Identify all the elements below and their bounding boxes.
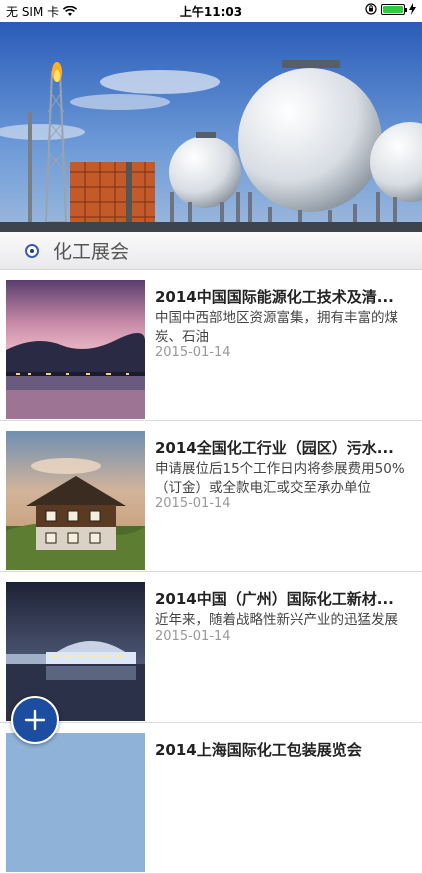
orientation-lock-icon <box>365 3 377 15</box>
charging-icon <box>409 3 416 15</box>
item-thumbnail <box>6 733 145 872</box>
item-date: 2015-01-14 <box>155 345 231 360</box>
item-date: 2015-01-14 <box>155 629 231 644</box>
section-header: 化工展会 <box>0 232 422 270</box>
item-title: 2014全国化工行业（园区）污水... <box>155 439 394 457</box>
chalet-thumbnail <box>6 431 145 570</box>
list-item[interactable]: 2014全国化工行业（园区）污水... 申请展位后15个工作日内将参展费用50%… <box>0 421 422 572</box>
exhibition-list: 2014中国国际能源化工技术及清... 中国中西部地区资源富集，拥有丰富的煤炭、… <box>0 270 422 874</box>
item-date: 2015-01-14 <box>155 496 231 511</box>
add-button[interactable] <box>11 696 59 744</box>
list-item[interactable]: 2014中国国际能源化工技术及清... 中国中西部地区资源富集，拥有丰富的煤炭、… <box>0 270 422 421</box>
item-description: 申请展位后15个工作日内将参展费用50%（订金）或全款电汇或交至承办单位 <box>155 461 405 496</box>
item-title: 2014中国（广州）国际化工新材... <box>155 590 394 608</box>
list-item[interactable]: 2014中国（广州）国际化工新材... 近年来，随着战略性新兴产业的迅猛发展 2… <box>0 572 422 723</box>
item-description: 中国中西部地区资源富集，拥有丰富的煤炭、石油 <box>155 310 398 345</box>
lake-sunset-thumbnail <box>6 280 145 419</box>
battery-icon <box>381 3 407 15</box>
clock: 上午11:03 <box>179 5 243 19</box>
plus-icon <box>24 709 46 731</box>
radio-bullet-icon <box>25 243 39 258</box>
list-item[interactable]: 2014上海国际化工包装展览会 <box>0 723 422 874</box>
item-description: 近年来，随着战略性新兴产业的迅猛发展 <box>155 612 398 628</box>
section-title: 化工展会 <box>53 241 130 263</box>
hero-banner-image[interactable] <box>0 22 422 232</box>
item-title: 2014中国国际能源化工技术及清... <box>155 288 394 306</box>
status-bar: 无 SIM 卡 上午11:03 <box>0 0 422 22</box>
status-right <box>365 3 416 15</box>
